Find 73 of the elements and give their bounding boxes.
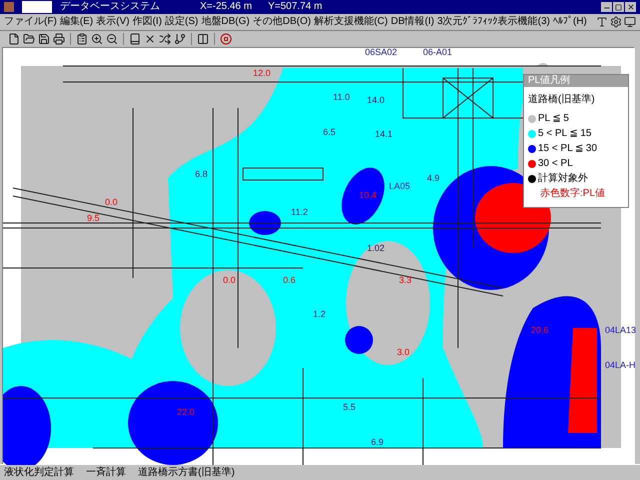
map-label: 0.0 [223, 276, 236, 285]
menu-item[interactable]: 3次元ｸﾞﾗﾌｨｯｸ表示機能(3) [437, 17, 550, 27]
gear-icon[interactable] [610, 16, 622, 28]
menu-item[interactable]: DB情報(I) [390, 17, 434, 27]
map-label: 6.5 [323, 128, 336, 137]
map-label: 11.0 [333, 93, 350, 102]
status-text: 道路橋示方書(旧基準) [138, 468, 235, 478]
menu-item[interactable]: ﾍﾙﾌﾟ(H) [552, 17, 587, 27]
zoom-out-icon[interactable] [106, 32, 118, 44]
map-label: 6.8 [195, 170, 208, 179]
window-title: データベースシステム [60, 2, 160, 12]
new-file-icon[interactable] [8, 32, 20, 44]
maximize-button[interactable] [613, 2, 624, 12]
status-text: 一斉計算 [86, 468, 126, 478]
zoom-in-icon[interactable] [91, 32, 103, 44]
map-label: 5.5 [343, 403, 356, 412]
book-icon[interactable] [129, 32, 141, 44]
map-label: 12.0 [253, 69, 271, 78]
panel-icon[interactable] [197, 32, 209, 44]
map-label: LA05 [389, 182, 410, 191]
legend-title: PL値凡例 [528, 76, 570, 86]
menu-item[interactable]: 解析支援機能(C) [314, 17, 388, 27]
stop-icon[interactable] [220, 32, 232, 44]
close-button[interactable] [625, 2, 636, 12]
map-label: 22.0 [177, 408, 195, 417]
save-icon[interactable] [38, 32, 50, 44]
scatter-icon[interactable] [159, 32, 171, 44]
y-coordinate: Y=507.74 m [268, 2, 322, 12]
map-label: 06SA02 [365, 48, 398, 57]
text-icon[interactable] [596, 16, 608, 28]
map-label: 1.2 [313, 310, 326, 319]
legend-label: 15 < PL ≦ 30 [538, 144, 598, 154]
clipboard-icon[interactable] [76, 32, 88, 44]
status-text: 液状化判定計算 [4, 468, 74, 478]
map-label: 0.0 [105, 198, 118, 207]
monitor-icon[interactable] [624, 16, 636, 28]
legend-label: 30 < PL [538, 159, 573, 169]
map-label: 3.3 [399, 276, 412, 285]
maximize-icon [615, 4, 622, 10]
map-label: 6.9 [371, 438, 384, 447]
legend-note: 赤色数字:PL値 [539, 189, 606, 199]
map-label: 1.02 [367, 244, 385, 253]
menu-item[interactable]: 地盤DB(G) [201, 17, 250, 27]
map-label: 11.2 [291, 208, 308, 217]
menu-item[interactable]: 設定(S) [164, 17, 198, 27]
map-label: 20.6 [531, 326, 549, 335]
map-label: 06-A01 [423, 48, 452, 57]
cross-icon[interactable] [144, 32, 156, 44]
map-label: 9.5 [87, 214, 100, 223]
map-label: 04LA-H [605, 361, 636, 370]
close-icon [626, 3, 634, 11]
map-label: 04LA13 [605, 326, 636, 335]
map-label: 14.1 [375, 130, 393, 139]
minimize-button[interactable] [601, 2, 612, 12]
menu-item[interactable]: 表示(V) [96, 17, 130, 27]
open-folder-icon[interactable] [23, 32, 35, 44]
legend-label: 計算対象外 [538, 174, 588, 184]
app-icon [4, 2, 14, 12]
branch-icon[interactable] [174, 32, 186, 44]
menu-item[interactable]: ファイル(F) [4, 17, 57, 27]
menu-item[interactable]: 編集(E) [60, 17, 94, 27]
menu-item[interactable]: 作図(I) [132, 17, 162, 27]
legend-heading: 道路橋(旧基準) [528, 95, 596, 105]
legend-label: PL ≦ 5 [538, 114, 569, 124]
map-label: 4.9 [427, 174, 440, 183]
map-label: 0.6 [283, 276, 296, 285]
map-label: 10.4 [359, 191, 377, 200]
map-label: 3.0 [397, 348, 410, 357]
map-label: 14.0 [367, 96, 385, 105]
x-coordinate: X=-25.46 m [200, 2, 252, 12]
print-icon[interactable] [53, 32, 65, 44]
legend-label: 5 < PL ≦ 15 [538, 129, 592, 139]
menu-item[interactable]: その他DB(O) [252, 17, 311, 27]
